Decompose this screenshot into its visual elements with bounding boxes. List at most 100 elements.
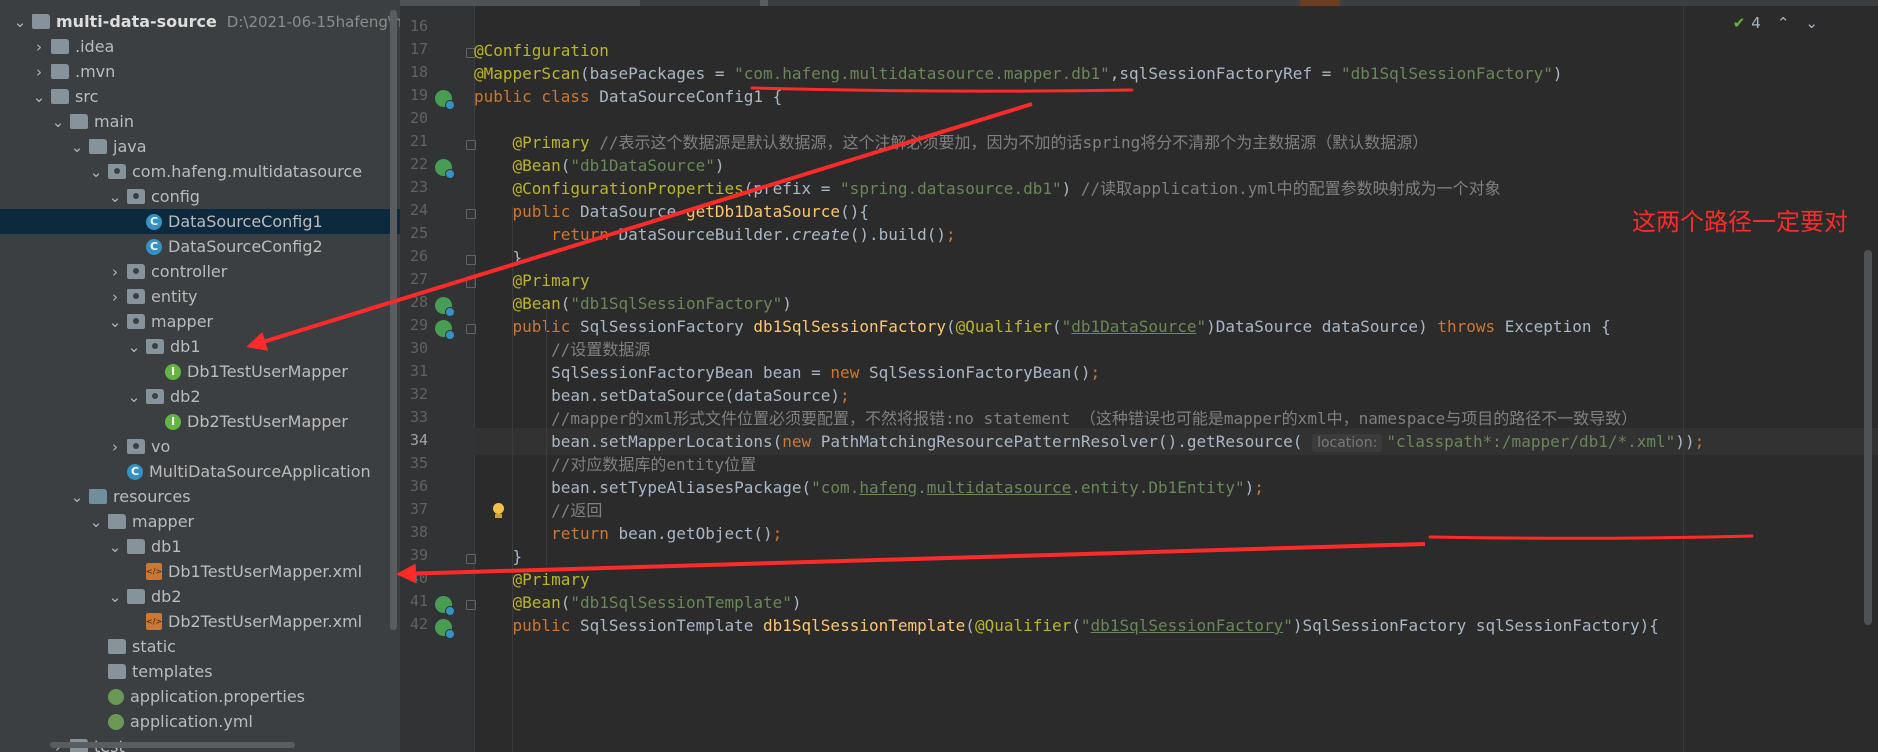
annotation-text: 这两个路径一定要对 (1632, 208, 1848, 236)
code-token: @Bean (512, 156, 561, 175)
chevron-down-icon[interactable]: ⌄ (103, 313, 127, 331)
tree-item-label: db1 (151, 537, 182, 556)
next-highlight-icon[interactable]: ⌄ (1805, 14, 1818, 32)
tree-item-mapper[interactable]: ⌄ mapper (0, 509, 400, 534)
chevron-down-icon[interactable]: ⌄ (122, 338, 146, 356)
chevron-down-icon[interactable]: ⌄ (84, 513, 108, 531)
tree-item-java[interactable]: ⌄ java (0, 134, 400, 159)
tree-item-db2[interactable]: ⌄ db2 (0, 584, 400, 609)
code-token: ( (560, 156, 571, 175)
tree-horizontal-scrollbar[interactable] (50, 742, 295, 748)
code-area[interactable]: @Configuration @MapperScan(basePackages =… (474, 6, 1878, 752)
tree-item-db2testusermapper[interactable]: ›IDb2TestUserMapper (0, 409, 400, 434)
spring-bean-gutter-icon[interactable] (435, 159, 455, 179)
tree-item-multi-data-source[interactable]: ⌄ multi-data-source D:\2021-06-15hafeng\mu… (0, 9, 400, 34)
code-token: "spring.datasource.db1" (840, 179, 1062, 198)
spring-bean-gutter-icon[interactable] (435, 90, 455, 110)
tree-item-config[interactable]: ⌄ config (0, 184, 400, 209)
folder-icon (108, 639, 126, 654)
spring-bean-gutter-icon[interactable] (435, 320, 455, 340)
inspection-widget[interactable]: ✔ 4 ⌃ ⌄ (1733, 14, 1818, 32)
tree-item-db2testusermapper-xml[interactable]: ›</>Db2TestUserMapper.xml (0, 609, 400, 634)
line-number: 41 (409, 592, 428, 610)
tree-item-main[interactable]: ⌄ main (0, 109, 400, 134)
tree-item-db1testusermapper-xml[interactable]: ›</>Db1TestUserMapper.xml (0, 559, 400, 584)
code-token: ; (1254, 478, 1264, 497)
chevron-right-icon[interactable]: › (27, 38, 51, 56)
chevron-down-icon[interactable]: ⌄ (103, 188, 127, 206)
chevron-right-icon[interactable]: › (27, 63, 51, 81)
code-token: public (512, 616, 580, 635)
line-number: 29 (409, 316, 428, 334)
tree-item--mvn[interactable]: › .mvn (0, 59, 400, 84)
chevron-right-icon[interactable]: › (103, 438, 127, 456)
tree-item-src[interactable]: ⌄ src (0, 84, 400, 109)
code-token: PathMatchingResourcePatternResolver().ge… (820, 432, 1313, 451)
tree-item-templates[interactable]: ›templates (0, 659, 400, 684)
code-token: ) (1552, 64, 1563, 83)
line-number: 38 (409, 523, 428, 541)
code-token: ( (560, 294, 571, 313)
chevron-right-icon[interactable]: › (103, 263, 127, 281)
code-token: )SqlSessionFactory sqlSessionFactory){ (1292, 616, 1659, 635)
code-token: @Bean (512, 294, 561, 313)
chevron-down-icon[interactable]: ⌄ (27, 88, 51, 106)
code-token: ( (965, 616, 975, 635)
chevron-down-icon[interactable]: ⌄ (103, 538, 127, 556)
lightbulb-icon[interactable] (491, 503, 505, 519)
tree-item-application-yml[interactable]: ›application.yml (0, 709, 400, 734)
tree-item-db1testusermapper[interactable]: ›IDb1TestUserMapper (0, 359, 400, 384)
line-number: 21 (409, 132, 428, 150)
tree-item-vo[interactable]: › vo (0, 434, 400, 459)
chevron-down-icon[interactable]: ⌄ (65, 138, 89, 156)
chevron-down-icon[interactable]: ⌄ (103, 588, 127, 606)
chevron-right-icon[interactable]: › (103, 288, 127, 306)
tree-item-db2[interactable]: ⌄ db2 (0, 384, 400, 409)
interface-icon: I (165, 413, 181, 430)
code-token: bean.getObject() (618, 524, 773, 543)
line-number: 17 (409, 40, 428, 58)
code-token: "classpath*:/mapper/db1/*.xml" (1386, 432, 1676, 451)
code-token: SqlSessionFactoryBean bean = (474, 363, 831, 382)
folder-icon (51, 64, 69, 79)
spring-bean-gutter-icon[interactable] (435, 619, 455, 639)
tree-item-resources[interactable]: ⌄ resources (0, 484, 400, 509)
tree-item--idea[interactable]: › .idea (0, 34, 400, 59)
folder-icon (70, 114, 88, 129)
parameter-hint: location: (1312, 434, 1383, 452)
tree-item-label: java (113, 137, 147, 156)
chevron-down-icon[interactable]: ⌄ (122, 388, 146, 406)
tree-item-static[interactable]: ›static (0, 634, 400, 659)
tree-item-multidatasourceapplication[interactable]: ›CMultiDataSourceApplication (0, 459, 400, 484)
tree-item-datasourceconfig1[interactable]: ›CDataSourceConfig1 (0, 209, 400, 234)
chevron-down-icon[interactable]: ⌄ (8, 13, 32, 31)
line-number: 23 (409, 178, 428, 196)
tree-item-db1[interactable]: ⌄ db1 (0, 534, 400, 559)
tree-item-entity[interactable]: › entity (0, 284, 400, 309)
chevron-down-icon[interactable]: ⌄ (46, 113, 70, 131)
tree-item-com-hafeng-multidatasource[interactable]: ⌄ com.hafeng.multidatasource (0, 159, 400, 184)
indent-guide (546, 306, 547, 566)
tree-item-mapper[interactable]: ⌄ mapper (0, 309, 400, 334)
spring-bean-gutter-icon[interactable] (435, 596, 455, 616)
class-icon: C (146, 238, 162, 255)
editor-scrollbar[interactable] (1864, 250, 1872, 625)
folder-icon (108, 664, 126, 679)
spring-bean-gutter-icon[interactable] (435, 297, 455, 317)
chevron-down-icon[interactable]: ⌄ (65, 488, 89, 506)
tree-item-db1[interactable]: ⌄ db1 (0, 334, 400, 359)
tree-scrollbar[interactable] (390, 10, 397, 630)
tree-item-datasourceconfig2[interactable]: ›CDataSourceConfig2 (0, 234, 400, 259)
previous-highlight-icon[interactable]: ⌃ (1777, 14, 1790, 32)
tree-item-application-properties[interactable]: ›application.properties (0, 684, 400, 709)
chevron-down-icon[interactable]: ⌄ (84, 163, 108, 181)
package-icon (127, 289, 145, 304)
tree-item-controller[interactable]: › controller (0, 259, 400, 284)
code-line[interactable]: public SqlSessionTemplate db1SqlSessionT… (474, 612, 1878, 639)
config-file-icon (108, 688, 124, 705)
line-number: 28 (409, 293, 428, 311)
